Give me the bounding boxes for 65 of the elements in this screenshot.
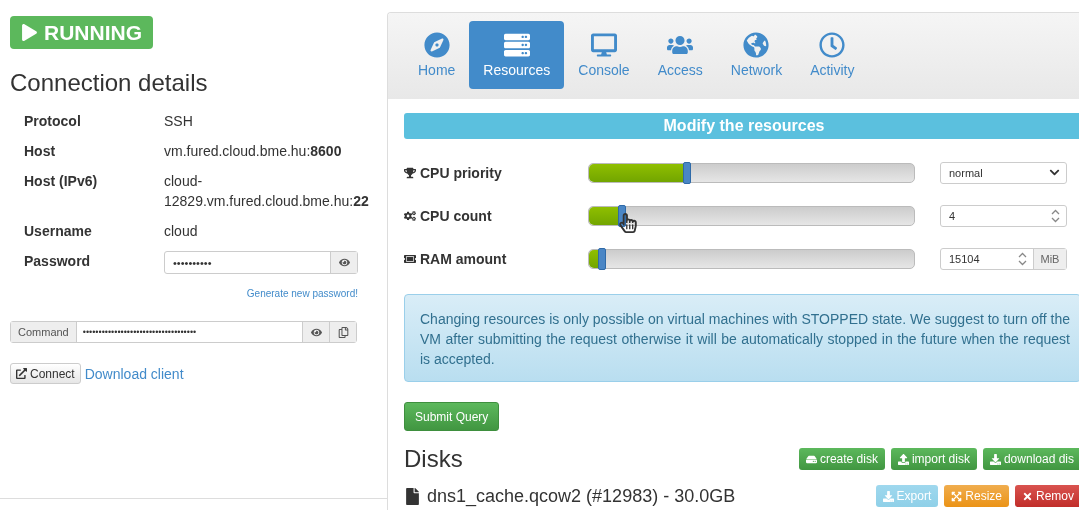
- compass-icon: [423, 32, 450, 58]
- status-badge: RUNNING: [10, 16, 153, 49]
- play-icon: [21, 24, 38, 41]
- field-label: Password: [24, 252, 92, 271]
- create-disk-button[interactable]: create disk: [798, 448, 885, 470]
- gears-icon: [404, 209, 416, 222]
- download-client-link[interactable]: Download client: [84, 365, 184, 382]
- remove-button[interactable]: Remov: [1015, 485, 1079, 507]
- field-label: Protocol: [24, 112, 82, 131]
- generate-password-link[interactable]: Generate new password!: [246, 288, 358, 299]
- connect-button[interactable]: Connect: [10, 363, 81, 384]
- show-password-button[interactable]: [330, 252, 357, 273]
- nav-tab[interactable]: Access: [643, 21, 717, 89]
- password-field[interactable]: ••••••••••: [164, 251, 358, 274]
- download-icon: [989, 453, 1001, 465]
- download-disk-button[interactable]: download dis: [982, 448, 1079, 470]
- trophy-icon: [404, 166, 416, 179]
- disks-title: Disks: [404, 445, 463, 473]
- field-value: cloud: [164, 222, 199, 241]
- slider-handle[interactable]: [682, 161, 691, 184]
- resource-label: CPU count: [404, 207, 588, 224]
- expand-icon: [951, 490, 963, 502]
- number-field[interactable]: 4: [940, 204, 1067, 227]
- spinner-icon: [1018, 251, 1027, 266]
- field-value: cloud-12829.vm.fured.cloud.bme.hu:22: [164, 172, 370, 211]
- drive-icon: [805, 453, 817, 465]
- close-icon: [1022, 490, 1033, 502]
- slider-track[interactable]: [588, 162, 915, 183]
- nav-tab[interactable]: Resources: [469, 21, 565, 89]
- ticket-icon: [404, 252, 416, 265]
- clock-icon: [819, 32, 846, 58]
- nav-tab[interactable]: Console: [564, 21, 644, 89]
- submit-button[interactable]: Submit Query: [404, 402, 500, 431]
- spinner-icon: [1051, 208, 1060, 223]
- slider-track[interactable]: [588, 248, 915, 269]
- server-icon: [503, 32, 530, 58]
- section-header: Modify the resources: [404, 113, 1079, 139]
- field-label: Username: [24, 222, 93, 241]
- resize-button[interactable]: Resize: [944, 485, 1009, 507]
- slider-handle[interactable]: [598, 247, 606, 270]
- eye-icon: [338, 257, 350, 268]
- field-value: vm.fured.cloud.bme.hu:8600: [164, 142, 343, 161]
- priority-select[interactable]: normal: [940, 161, 1067, 184]
- resource-label: CPU priority: [404, 164, 588, 181]
- disk-name: dns1_cache.qcow2 (#12983) - 30.0GB: [427, 485, 736, 507]
- import-disk-button[interactable]: import disk: [890, 448, 977, 470]
- upload-icon: [897, 453, 909, 465]
- nav-tab[interactable]: Activity: [796, 21, 869, 89]
- field-label: Host: [24, 142, 57, 161]
- field-label: Host (IPv6): [24, 172, 99, 191]
- nav-tab[interactable]: Home: [404, 21, 470, 89]
- file-icon: [404, 487, 421, 505]
- chevron-icon: [1049, 167, 1060, 178]
- info-alert: Changing resources is only possible on virtual machines with STOPPED state. We suggest to turn off the VM after submitting the request otherwise it will be automatically stopped in the future when the request is accepted.: [404, 294, 1079, 382]
- unit-label: MiB: [1033, 248, 1066, 269]
- resource-label: RAM amount: [404, 250, 588, 267]
- nav-tab[interactable]: Network: [716, 21, 797, 89]
- external-link-icon: [16, 368, 27, 379]
- field-value: SSH: [164, 112, 194, 131]
- number-field[interactable]: 15104: [941, 252, 1018, 265]
- section-title: Connection details: [10, 69, 209, 97]
- download-icon: [882, 490, 894, 502]
- monitor-icon: [590, 32, 617, 58]
- export-button[interactable]: Export: [875, 485, 939, 507]
- globe-icon: [743, 32, 770, 58]
